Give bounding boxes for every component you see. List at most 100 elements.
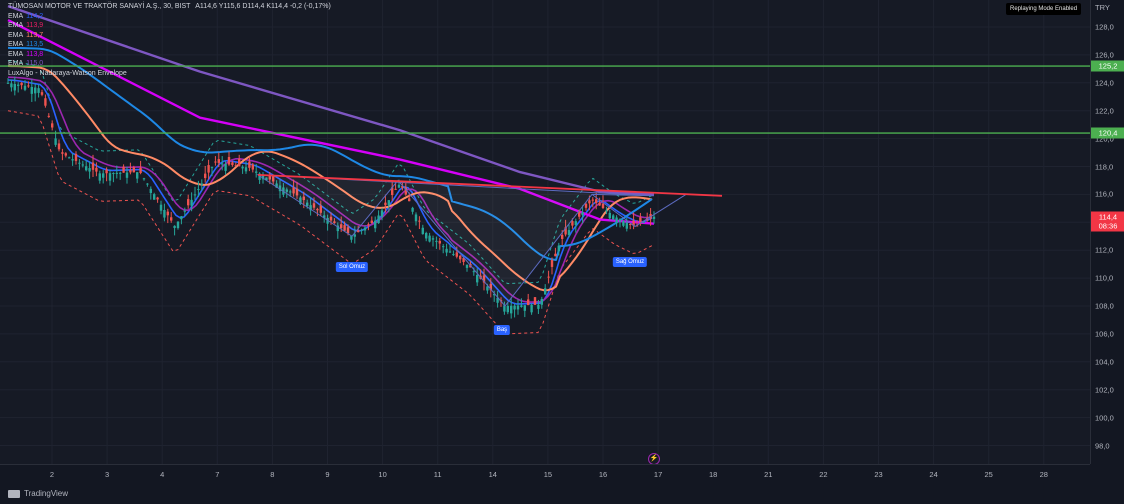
candle-body xyxy=(506,305,509,313)
currency-label[interactable]: TRY xyxy=(1095,3,1110,12)
candle-body xyxy=(618,219,622,222)
right-shoulder-label: Sağ Omuz xyxy=(612,257,648,267)
tradingview-icon xyxy=(8,489,20,498)
candle-body xyxy=(612,215,615,220)
time-tick-label: 22 xyxy=(819,470,828,479)
candle-body xyxy=(353,234,356,237)
price-tick-label: 100,0 xyxy=(1095,413,1114,423)
candle-body xyxy=(119,172,122,174)
candle-body xyxy=(40,92,44,95)
time-tick-label: 2 xyxy=(49,470,55,479)
candle-body xyxy=(221,163,224,165)
candle-body xyxy=(234,165,237,167)
tradingview-logo[interactable]: TradingView xyxy=(8,489,68,498)
candle-body xyxy=(387,200,390,206)
candle-body xyxy=(622,220,625,226)
price-tick-label: 128,0 xyxy=(1095,22,1114,32)
candle-body xyxy=(421,227,424,235)
time-tick-label: 11 xyxy=(433,470,442,479)
candle-body xyxy=(149,188,152,194)
time-tick-label: 15 xyxy=(543,470,553,479)
indicator-row[interactable]: EMA 114,2 xyxy=(8,12,331,22)
candle-body xyxy=(71,159,74,161)
candle-body xyxy=(540,298,543,305)
indicator-row[interactable]: EMA 115,0 xyxy=(8,59,331,69)
indicator-row[interactable]: LuxAlgo - Nadaraya-Watson Envelope xyxy=(8,69,331,79)
ohlc-readout: A114,6 Y115,6 D114,4 K114,4 -0,2 (-0,17%… xyxy=(195,3,331,10)
price-tick-label: 98,0 xyxy=(1095,441,1110,450)
time-tick-label: 4 xyxy=(160,470,165,479)
candle-body xyxy=(567,230,571,236)
candle-body xyxy=(37,88,40,93)
candle-body xyxy=(544,288,547,295)
indicator-row[interactable]: EMA 113,7 xyxy=(8,31,331,41)
candle-body xyxy=(20,82,23,86)
candle-body xyxy=(51,123,54,128)
candle-body xyxy=(6,82,10,84)
candle-body xyxy=(357,230,360,233)
indicator-row[interactable]: EMA 113,8 xyxy=(8,50,331,60)
candle-body xyxy=(520,305,523,307)
candle-body xyxy=(625,222,628,229)
indicator-row[interactable]: EMA 113,9 xyxy=(8,21,331,31)
left-shoulder-label: Sol Omuz xyxy=(335,262,369,272)
candle-body xyxy=(527,299,530,306)
candle-body xyxy=(214,161,217,163)
candle-body xyxy=(465,264,469,268)
price-axis[interactable]: TRY 128,0 126,0 124,0 122,0 120,0 118,0 116,0 1… xyxy=(1090,0,1124,464)
candle-body xyxy=(44,98,47,106)
candle-body xyxy=(557,245,560,252)
candle-body xyxy=(34,87,37,94)
price-tag: 120,4 xyxy=(1091,127,1124,139)
candle-body xyxy=(54,138,57,145)
candle-body xyxy=(615,217,618,223)
brand-text: TradingView xyxy=(24,489,69,498)
candle-body xyxy=(170,217,173,221)
candle-body xyxy=(588,200,591,204)
symbol-title[interactable]: TÜMOSAN MOTOR VE TRAKTÖR SANAYİ A.Ş., 30… xyxy=(8,3,190,10)
price-tick-label: 124,0 xyxy=(1095,78,1114,88)
candle-body xyxy=(139,167,142,174)
candle-body xyxy=(377,215,380,224)
footer: TradingView xyxy=(0,486,1124,504)
replay-mode-badge[interactable]: Replaying Mode Enabled xyxy=(1006,3,1082,15)
candle-body xyxy=(187,199,190,206)
candle-body xyxy=(153,194,156,200)
alert-icon[interactable]: ⚡ xyxy=(648,453,660,464)
time-tick-label: 28 xyxy=(1039,470,1048,479)
candle-body xyxy=(397,184,401,188)
candle-body xyxy=(112,173,115,175)
candle-body xyxy=(547,276,550,278)
candle-body xyxy=(459,255,462,260)
candle-body xyxy=(207,165,210,173)
price-tick-label: 104,0 xyxy=(1095,357,1114,367)
price-tick-label: 108,0 xyxy=(1095,301,1114,311)
candle-body xyxy=(571,221,574,226)
chart-area[interactable]: TÜMOSAN MOTOR VE TRAKTÖR SANAYİ A.Ş., 30… xyxy=(0,0,1090,464)
candle-body xyxy=(210,167,214,169)
candle-body xyxy=(142,178,146,180)
time-tick-label: 8 xyxy=(270,470,275,479)
candle-body xyxy=(550,260,554,267)
candle-body xyxy=(173,225,176,229)
candle-body xyxy=(523,305,526,311)
candle-body xyxy=(574,221,577,226)
time-tick-label: 18 xyxy=(709,470,718,479)
candle-body xyxy=(197,188,200,190)
candle-body xyxy=(425,232,428,239)
time-tick-label: 23 xyxy=(874,470,883,479)
candle-body xyxy=(129,169,132,173)
time-tick-label: 14 xyxy=(488,470,497,479)
candle-body xyxy=(380,210,384,217)
candle-body xyxy=(227,157,231,165)
candle-body xyxy=(166,211,169,216)
time-axis[interactable]: 2 3 4 7 8 9 10 11 14 15 16 17 18 21 22 23 24 25 28 xyxy=(0,464,1090,487)
price-tick-label: 112,0 xyxy=(1095,245,1114,255)
price-tick-label: 106,0 xyxy=(1095,329,1114,339)
candle-body xyxy=(530,304,533,313)
candle-body xyxy=(384,202,387,206)
candle-body xyxy=(88,168,91,172)
indicator-row[interactable]: EMA 113,5 xyxy=(8,40,331,50)
candle-body xyxy=(190,199,193,206)
candle-body xyxy=(85,166,88,171)
